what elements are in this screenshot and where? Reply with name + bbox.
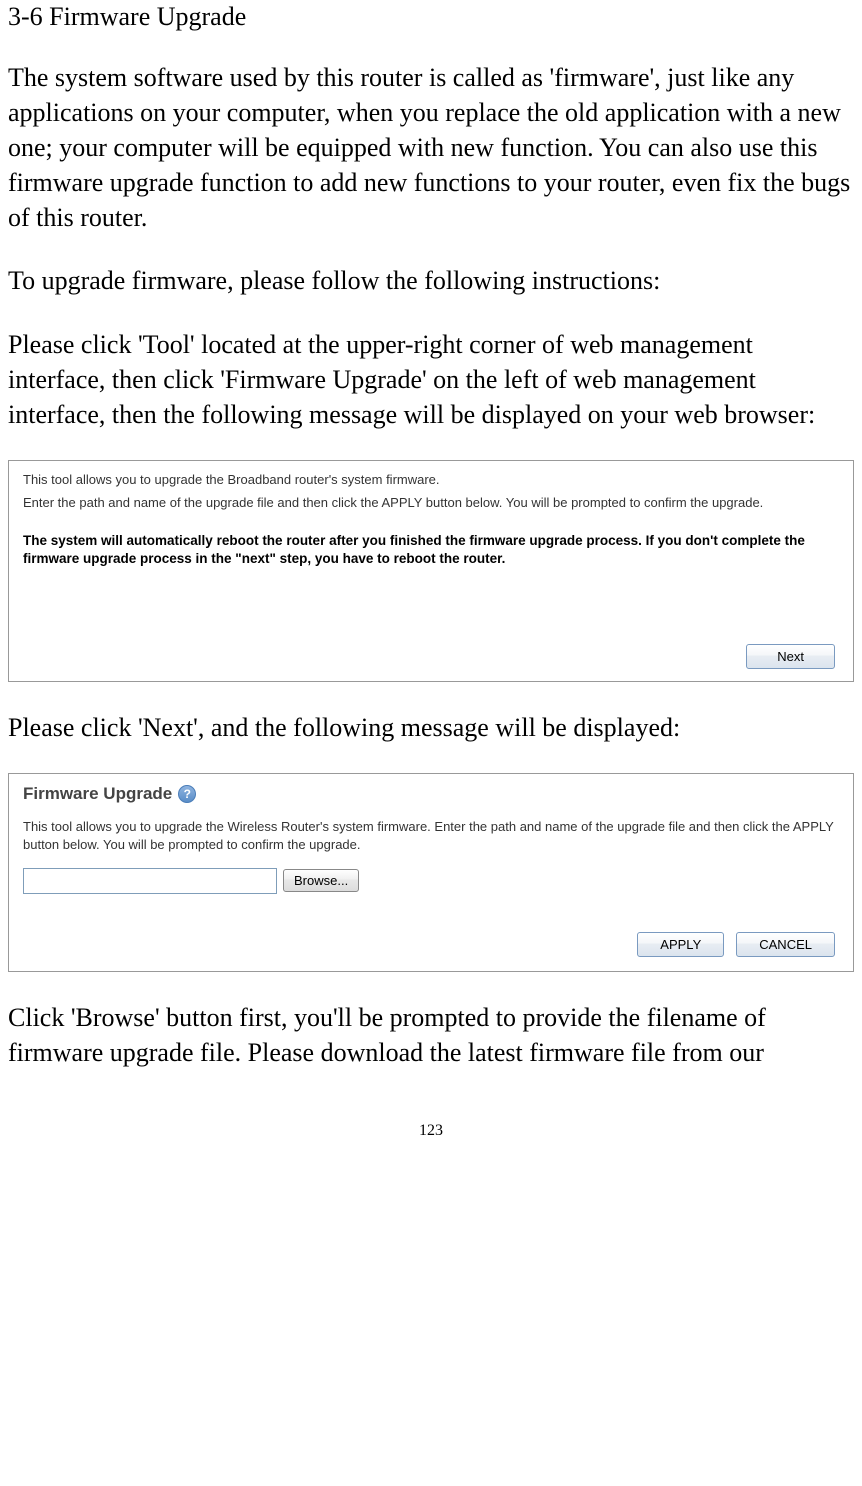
apply-button[interactable]: APPLY	[637, 932, 724, 957]
firmware-info-panel: This tool allows you to upgrade the Broa…	[8, 460, 854, 683]
firmware-upgrade-panel: Firmware Upgrade ? This tool allows you …	[8, 773, 854, 971]
instructions-lead: To upgrade firmware, please follow the f…	[8, 263, 854, 298]
panel-warning-text: The system will automatically reboot the…	[23, 532, 839, 568]
page-number: 123	[8, 1122, 854, 1140]
panel-title-row: Firmware Upgrade ?	[23, 784, 839, 804]
intro-paragraph: The system software used by this router …	[8, 60, 854, 235]
section-heading: 3-6 Firmware Upgrade	[8, 2, 854, 32]
instructions-step1: Please click 'Tool' located at the upper…	[8, 327, 854, 432]
help-icon[interactable]: ?	[178, 785, 196, 803]
panel-description: This tool allows you to upgrade the Wire…	[23, 818, 839, 853]
panel-text-line2: Enter the path and name of the upgrade f…	[23, 494, 839, 512]
cancel-button[interactable]: CANCEL	[736, 932, 835, 957]
panel-title: Firmware Upgrade	[23, 784, 172, 804]
apply-cancel-row: APPLY CANCEL	[23, 932, 839, 959]
instructions-step3: Click 'Browse' button first, you'll be p…	[8, 1000, 854, 1070]
spacer	[23, 574, 839, 644]
next-button[interactable]: Next	[746, 644, 835, 669]
browse-button[interactable]: Browse...	[283, 869, 359, 892]
panel-button-row: Next	[23, 644, 839, 671]
panel-text-line1: This tool allows you to upgrade the Broa…	[23, 471, 839, 489]
instructions-step2: Please click 'Next', and the following m…	[8, 710, 854, 745]
file-input-row: Browse...	[23, 868, 839, 894]
firmware-file-input[interactable]	[23, 868, 277, 894]
